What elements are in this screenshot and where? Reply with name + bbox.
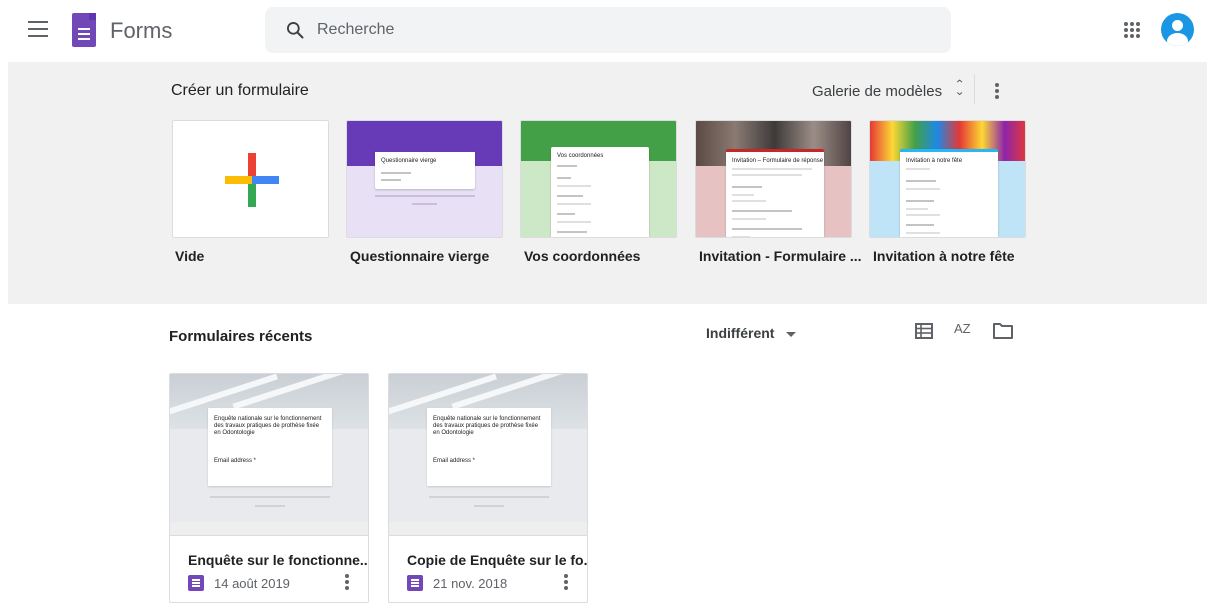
app-title[interactable]: Forms — [110, 18, 172, 44]
template-label: Invitation - Formulaire ... — [699, 248, 862, 264]
unfold-icon: ⌃ ⌄ — [954, 77, 966, 98]
template-gallery-label: Galerie de modèles — [812, 83, 943, 100]
thumbnail-form-title: Enquête nationale sur le fonctionnement … — [433, 416, 541, 436]
template-gallery-toggle[interactable]: Galerie de modèles ⌃ ⌄ — [812, 77, 966, 100]
template-contact-info[interactable]: Vos coordonnées — [520, 120, 677, 238]
owner-filter-label: Indifférent — [706, 325, 775, 341]
sort-az-icon[interactable]: AZ — [954, 321, 976, 341]
template-party-invite[interactable]: Invitation à notre fête — [869, 120, 1026, 238]
divider — [974, 74, 975, 104]
recent-forms-title: Formulaires récents — [169, 328, 313, 345]
template-label: Vide — [175, 248, 205, 264]
recent-form-card[interactable]: Enquête nationale sur le fonctionnement … — [388, 373, 588, 603]
search-input[interactable] — [317, 7, 917, 53]
template-label: Questionnaire vierge — [350, 248, 490, 264]
form-thumbnail: Enquête nationale sur le fonctionnement … — [389, 374, 587, 522]
owner-filter-dropdown[interactable]: Indifférent — [706, 325, 797, 341]
form-date: 14 août 2019 — [214, 576, 290, 591]
dropdown-arrow-icon — [786, 331, 797, 337]
template-preview-title: Questionnaire vierge — [381, 158, 437, 164]
plus-icon — [225, 153, 279, 207]
forms-logo-icon[interactable] — [72, 13, 96, 47]
gallery-title: Créer un formulaire — [171, 82, 309, 99]
form-more-icon[interactable] — [564, 574, 568, 592]
forms-file-icon — [407, 575, 423, 591]
gallery-more-icon[interactable] — [995, 83, 999, 101]
list-view-icon[interactable] — [915, 323, 933, 339]
apps-grid-icon[interactable] — [1124, 22, 1140, 38]
template-rsvp[interactable]: Invitation – Formulaire de réponse — [695, 120, 852, 238]
search-box[interactable] — [265, 7, 951, 53]
template-preview-title: Vos coordonnées — [557, 153, 604, 159]
template-label: Vos coordonnées — [524, 248, 641, 264]
template-blank[interactable] — [172, 120, 329, 238]
template-label: Invitation à notre fête — [873, 248, 1015, 264]
form-title: Enquête sur le fonctionne... — [188, 552, 369, 568]
form-thumbnail: Enquête nationale sur le fonctionnement … — [170, 374, 368, 522]
template-preview-title: Invitation à notre fête — [906, 158, 963, 164]
menu-icon[interactable] — [28, 21, 48, 37]
template-questionnaire[interactable]: Questionnaire vierge — [346, 120, 503, 238]
template-preview-title: Invitation – Formulaire de réponse — [732, 158, 824, 164]
account-avatar-icon[interactable] — [1161, 13, 1194, 46]
app-header: Forms — [0, 0, 1207, 62]
folder-icon[interactable] — [992, 322, 1014, 340]
forms-file-icon — [188, 575, 204, 591]
form-date: 21 nov. 2018 — [433, 576, 508, 591]
thumbnail-form-title: Enquête nationale sur le fonctionnement … — [214, 416, 322, 436]
thumbnail-field-label: Email address * — [214, 458, 257, 464]
thumbnail-field-label: Email address * — [433, 458, 476, 464]
recent-form-card[interactable]: Enquête nationale sur le fonctionnement … — [169, 373, 369, 603]
form-title: Copie de Enquête sur le fo... — [407, 552, 588, 568]
search-icon[interactable] — [285, 20, 305, 40]
form-more-icon[interactable] — [345, 574, 349, 592]
